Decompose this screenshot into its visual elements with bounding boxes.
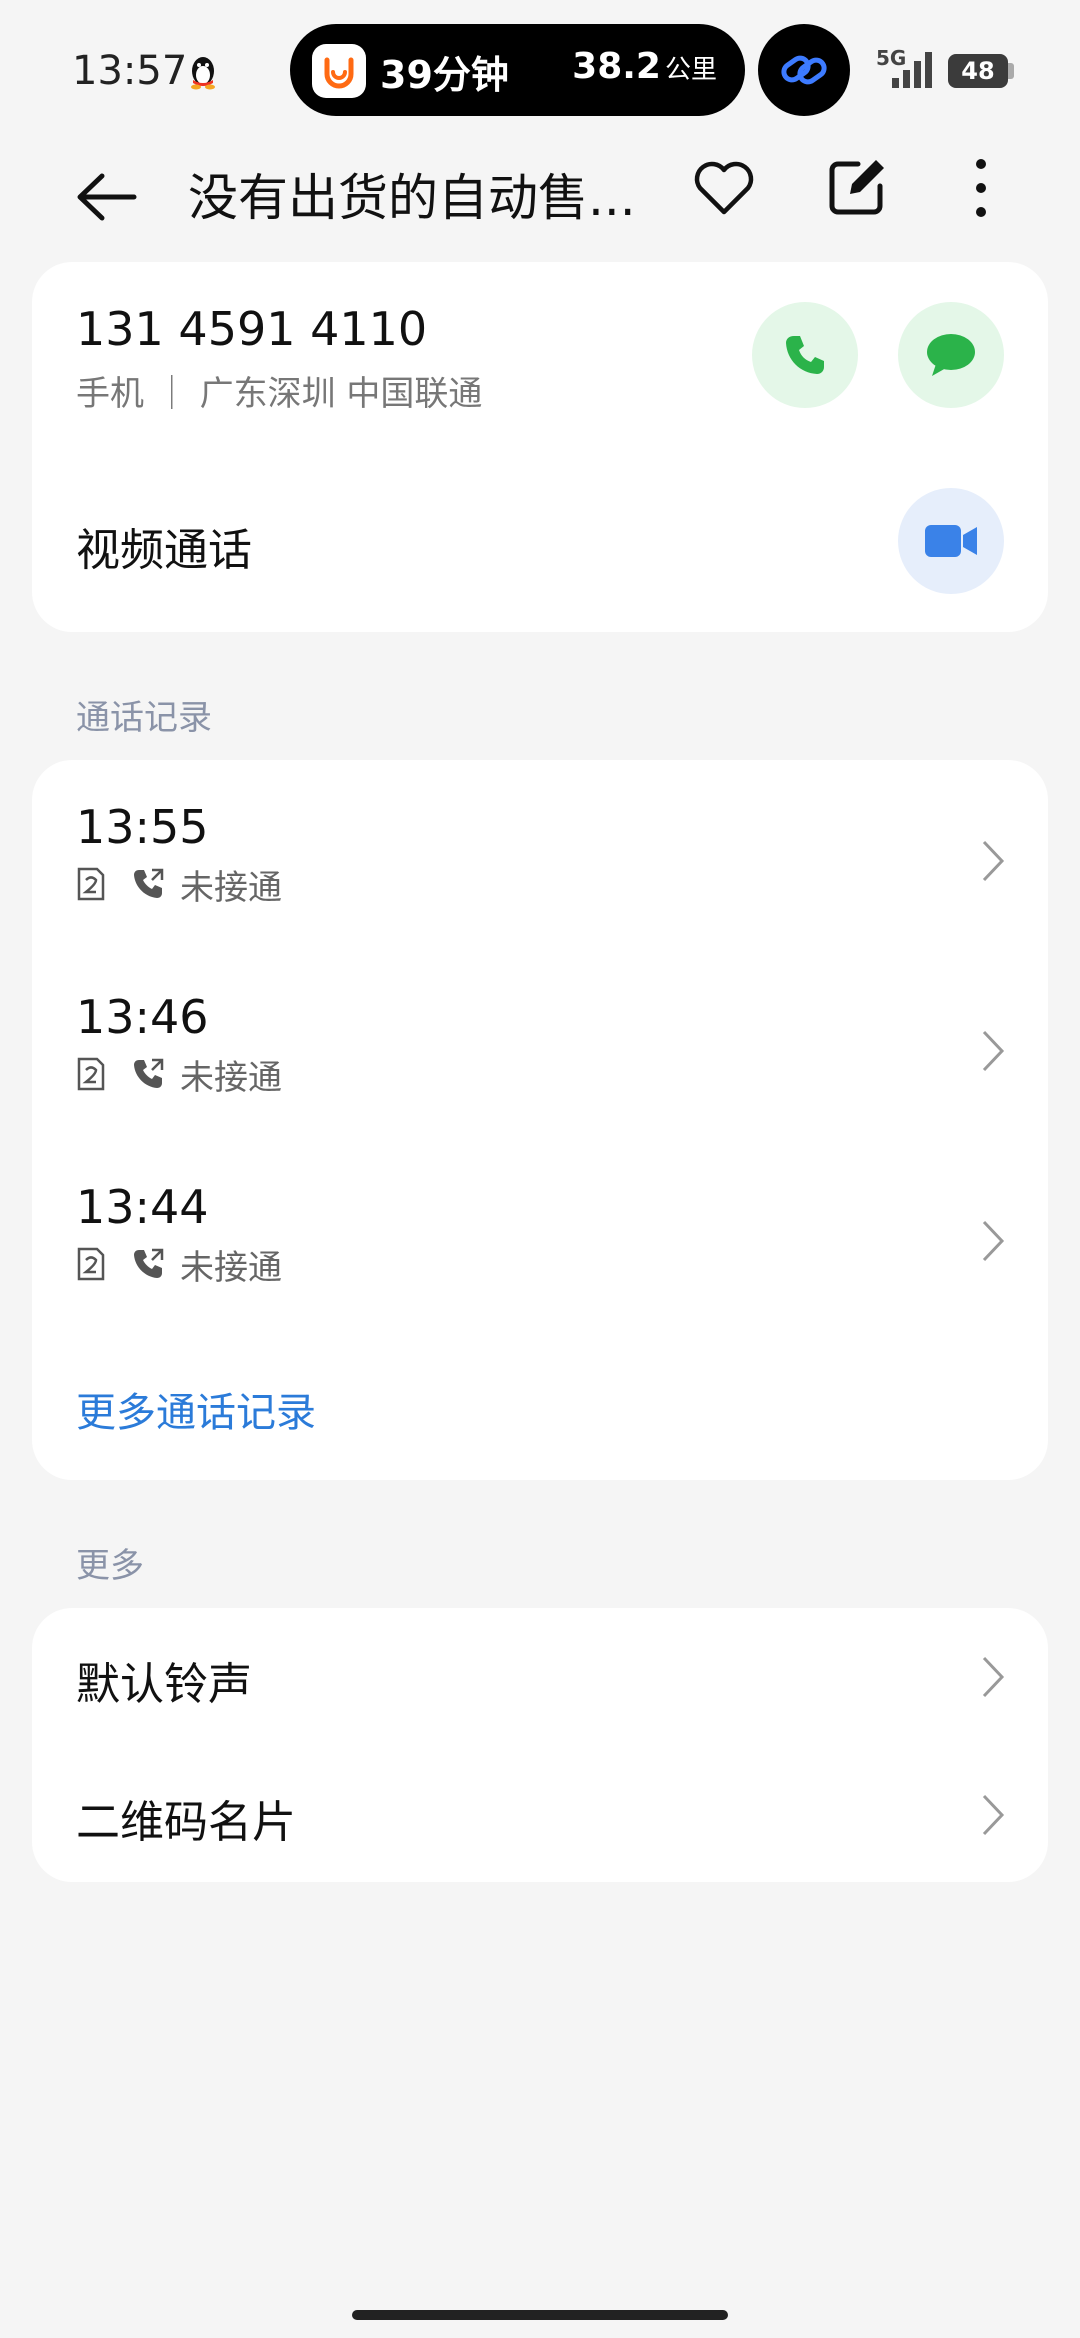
link-activity-indicator[interactable]	[758, 24, 850, 116]
home-indicator[interactable]	[352, 2310, 728, 2320]
call-status: 未接通	[180, 1247, 282, 1288]
ride-distance-value: 38.2	[572, 46, 661, 87]
ride-live-activity[interactable]: 39分钟 38.2 公里	[290, 24, 745, 116]
app-header: 没有出货的自动售...	[0, 140, 1080, 260]
call-log-card: 13:55 未接通 13:46 未接通 13:44 未接通 更多通话记录	[32, 760, 1048, 1480]
message-bubble-icon	[927, 334, 975, 376]
chevron-right-icon	[982, 1656, 1005, 1698]
qq-penguin-icon	[191, 57, 215, 90]
battery-level: 48	[948, 54, 1008, 88]
call-time: 13:44	[76, 1180, 209, 1234]
call-status: 未接通	[180, 1057, 282, 1098]
call-button[interactable]	[752, 302, 858, 408]
signal-strength-icon	[892, 52, 932, 88]
call-log-section-title: 通话记录	[76, 698, 212, 738]
video-call-button[interactable]	[898, 488, 1004, 594]
call-log-row[interactable]: 13:46 未接通	[32, 950, 1048, 1100]
more-options-card: 默认铃声 二维码名片	[32, 1608, 1048, 1882]
edit-contact-icon[interactable]	[822, 154, 890, 222]
contact-info-card: 131 4591 4110 手机 ｜ 广东深圳 中国联通 视频通话	[32, 262, 1048, 632]
more-options-icon[interactable]	[956, 154, 1006, 222]
default-ringtone-row[interactable]: 默认铃声	[32, 1608, 1048, 1746]
call-status: 未接通	[180, 867, 282, 908]
call-meta: 未接通	[76, 1244, 282, 1288]
sim-2-icon	[77, 867, 105, 901]
chevron-right-icon	[982, 1030, 1005, 1072]
qr-card-label: 二维码名片	[76, 1797, 296, 1848]
call-meta: 未接通	[76, 1054, 282, 1098]
ride-distance-unit: 公里	[664, 55, 717, 85]
favorite-heart-icon[interactable]	[690, 154, 758, 222]
back-arrow-icon[interactable]	[72, 162, 142, 232]
sim-2-icon	[77, 1247, 105, 1281]
call-meta: 未接通	[76, 864, 282, 908]
phone-number-meta: 手机 ｜ 广东深圳 中国联通	[76, 374, 483, 414]
video-camera-icon	[925, 525, 977, 557]
more-call-history-link[interactable]: 更多通话记录	[76, 1380, 316, 1438]
ride-eta: 39分钟	[380, 53, 509, 97]
ride-distance: 38.2 公里	[572, 46, 717, 87]
status-clock: 13:57	[72, 48, 188, 94]
outgoing-call-icon	[134, 1248, 164, 1278]
default-ringtone-label: 默认铃声	[76, 1659, 252, 1710]
call-time: 13:55	[76, 800, 209, 854]
more-section-title: 更多	[76, 1546, 144, 1586]
battery-icon-nub	[1008, 63, 1014, 79]
sim-2-icon	[77, 1057, 105, 1091]
contact-title: 没有出货的自动售...	[188, 169, 636, 227]
chevron-right-icon	[982, 840, 1005, 882]
call-log-row[interactable]: 13:55 未接通	[32, 760, 1048, 910]
contact-detail-screen: 13:57 39分钟 38.2 公里 5G 48 没有出货的自动售... 131…	[0, 0, 1080, 2338]
outgoing-call-icon	[134, 868, 164, 898]
qr-card-row[interactable]: 二维码名片	[32, 1746, 1048, 1884]
status-bar: 13:57 39分钟 38.2 公里 5G 48	[0, 0, 1080, 140]
outgoing-call-icon	[134, 1058, 164, 1088]
call-time: 13:46	[76, 990, 209, 1044]
didi-app-icon	[312, 44, 366, 98]
video-call-label: 视频通话	[76, 525, 252, 576]
chevron-right-icon	[982, 1794, 1005, 1836]
message-button[interactable]	[898, 302, 1004, 408]
phone-number[interactable]: 131 4591 4110	[76, 302, 427, 356]
chevron-right-icon	[982, 1220, 1005, 1262]
link-icon	[781, 55, 827, 85]
call-log-row[interactable]: 13:44 未接通	[32, 1140, 1048, 1290]
phone-icon	[786, 336, 824, 374]
